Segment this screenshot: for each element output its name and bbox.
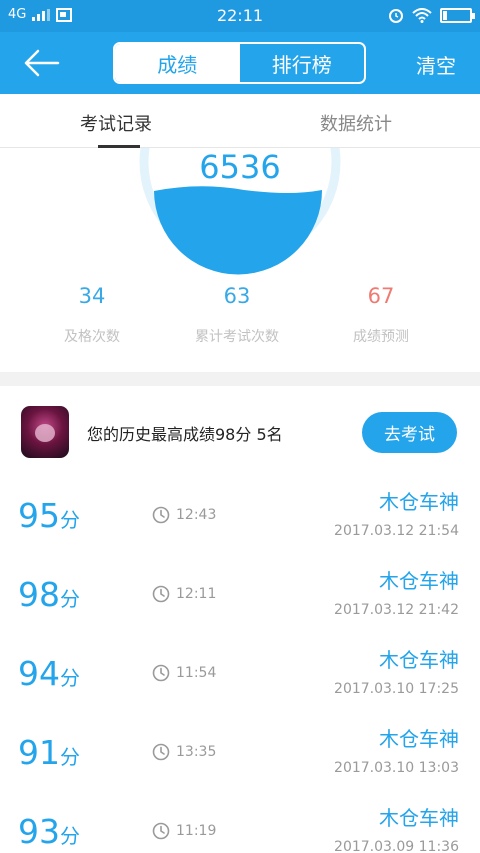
record-duration: 13:35 xyxy=(152,743,216,761)
record-duration: 11:19 xyxy=(152,822,216,840)
nav-bar: 成绩 排行榜 清空 xyxy=(0,32,480,94)
record-date: 2017.03.12 21:42 xyxy=(334,602,459,618)
score-prediction-label: 成绩预测 xyxy=(353,329,409,345)
duration-value: 13:35 xyxy=(176,744,217,760)
tab-data-stats[interactable]: 数据统计 xyxy=(320,110,392,136)
total-score: 6536 xyxy=(199,148,281,186)
record-duration: 11:54 xyxy=(152,664,216,682)
duration-value: 11:54 xyxy=(176,665,217,681)
clock-icon xyxy=(152,506,170,524)
record-duration: 12:11 xyxy=(152,585,216,603)
record-score: 98分 xyxy=(18,575,80,614)
record-date: 2017.03.12 21:54 xyxy=(334,523,459,539)
record-user-name: 木仓车神 xyxy=(379,490,459,514)
battery-icon xyxy=(440,7,475,23)
score-value: 94 xyxy=(18,654,60,693)
record-date: 2017.03.10 17:25 xyxy=(334,681,459,697)
record-duration: 12:43 xyxy=(152,506,216,524)
record-score: 91分 xyxy=(18,733,80,772)
sub-tabs: 考试记录 数据统计 xyxy=(0,94,480,148)
score-value: 98 xyxy=(18,575,60,614)
record-score: 95分 xyxy=(18,496,80,535)
exam-record-row[interactable]: 91分 13:35 木仓车神 2017.03.10 13:03 xyxy=(0,718,480,798)
record-score: 93分 xyxy=(18,812,80,851)
tab-score[interactable]: 成绩 xyxy=(115,44,240,82)
score-unit: 分 xyxy=(60,824,80,848)
exam-record-row[interactable]: 95分 12:43 木仓车神 2017.03.12 21:54 xyxy=(0,481,480,561)
score-value: 95 xyxy=(18,496,60,535)
best-score-text: 您的历史最高成绩98分 5名 xyxy=(87,425,283,444)
alarm-icon xyxy=(389,9,403,23)
best-score-header: 您的历史最高成绩98分 5名 去考试 xyxy=(0,386,480,481)
stats-panel: 6536 34 及格次数 63 累计考试次数 67 成绩预测 xyxy=(0,148,480,372)
arrow-left-icon[interactable] xyxy=(22,46,62,80)
score-unit: 分 xyxy=(60,508,80,532)
clear-button[interactable]: 清空 xyxy=(416,50,456,79)
record-user-name: 木仓车神 xyxy=(379,806,459,830)
status-bar: 4G 22:11 xyxy=(0,0,480,32)
clock-icon xyxy=(152,664,170,682)
clock-icon xyxy=(152,585,170,603)
record-score: 94分 xyxy=(18,654,80,693)
exam-record-row[interactable]: 93分 11:19 木仓车神 2017.03.09 11:36 xyxy=(0,797,480,853)
score-unit: 分 xyxy=(60,745,80,769)
duration-value: 11:19 xyxy=(176,823,217,839)
exam-count: 63 xyxy=(223,284,251,308)
duration-value: 12:11 xyxy=(176,586,217,602)
exam-record-row[interactable]: 94分 11:54 木仓车神 2017.03.10 17:25 xyxy=(0,639,480,719)
score-value: 91 xyxy=(18,733,60,772)
score-prediction: 67 xyxy=(367,284,395,308)
pass-count: 34 xyxy=(78,284,106,308)
exam-count-label: 累计考试次数 xyxy=(195,329,279,345)
start-exam-button[interactable]: 去考试 xyxy=(362,412,457,453)
record-user-name: 木仓车神 xyxy=(379,569,459,593)
score-unit: 分 xyxy=(60,587,80,611)
record-user-name: 木仓车神 xyxy=(379,648,459,672)
exam-record-list: 您的历史最高成绩98分 5名 去考试 95分 12:43 木仓车神 2017.03.1… xyxy=(0,386,480,853)
record-date: 2017.03.09 11:36 xyxy=(334,839,459,853)
pass-count-label: 及格次数 xyxy=(64,329,120,345)
score-value: 93 xyxy=(18,812,60,851)
tab-ranking[interactable]: 排行榜 xyxy=(240,44,365,82)
record-user-name: 木仓车神 xyxy=(379,727,459,751)
record-date: 2017.03.10 13:03 xyxy=(334,760,459,776)
tab-exam-records[interactable]: 考试记录 xyxy=(80,110,152,136)
clock-icon xyxy=(152,743,170,761)
clock-icon xyxy=(152,822,170,840)
avatar xyxy=(21,406,69,458)
segment-control: 成绩 排行榜 xyxy=(113,42,366,84)
exam-record-row[interactable]: 98分 12:11 木仓车神 2017.03.12 21:42 xyxy=(0,560,480,640)
wifi-icon xyxy=(412,7,432,23)
duration-value: 12:43 xyxy=(176,507,217,523)
score-unit: 分 xyxy=(60,666,80,690)
